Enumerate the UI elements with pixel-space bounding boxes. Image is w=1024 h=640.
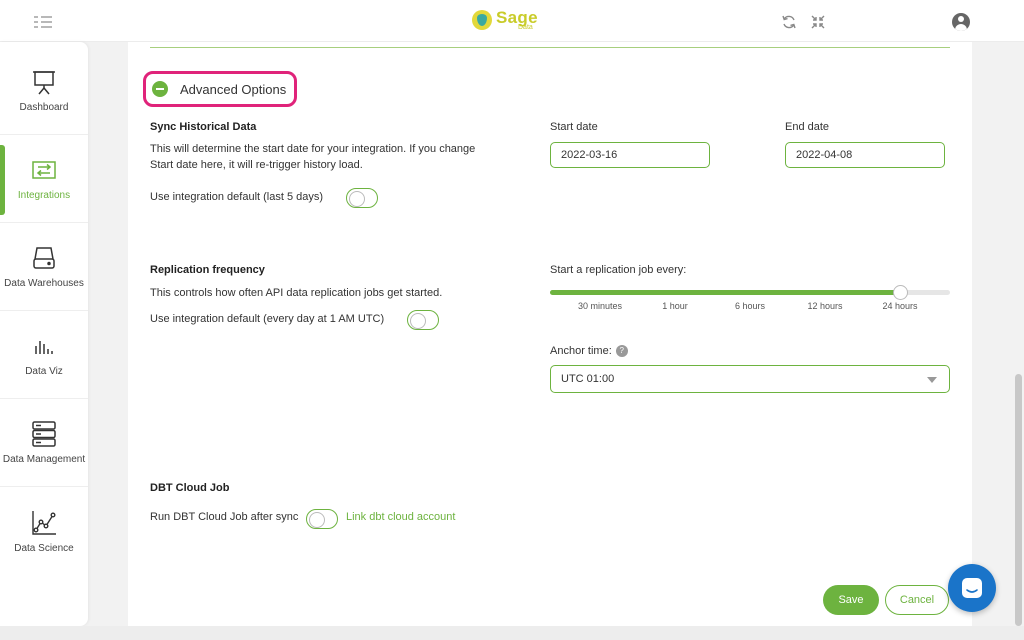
save-button[interactable]: Save	[823, 585, 879, 615]
caret-down-icon	[927, 377, 937, 383]
sidebar-item-label: Data Management	[2, 454, 86, 465]
sidebar-item-integrations[interactable]: Integrations	[0, 135, 88, 223]
slider-tick: 1 hour	[662, 301, 688, 311]
sync-description-line1: This will determine the start date for y…	[150, 143, 476, 155]
replication-default-label: Use integration default (every day at 1 …	[150, 313, 385, 325]
sidebar-item-label: Data Viz	[25, 366, 63, 377]
user-icon[interactable]	[952, 13, 970, 31]
slider-fill	[550, 290, 900, 295]
slider-tick: 6 hours	[734, 301, 766, 311]
replication-slider[interactable]	[550, 285, 950, 300]
exchange-icon	[32, 161, 56, 179]
minus-circle-icon	[152, 81, 168, 97]
section-divider	[150, 47, 950, 48]
refresh-icon[interactable]	[781, 14, 797, 30]
help-icon[interactable]: ?	[615, 345, 628, 358]
slider-tick: 30 minutes	[577, 301, 623, 311]
sidebar-item-label: Dashboard	[19, 102, 69, 113]
slider-tick: 12 hours	[807, 301, 843, 311]
sidebar-item-data-management[interactable]: Data Management	[0, 399, 88, 487]
presentation-icon	[33, 71, 55, 95]
advanced-options-toggle[interactable]: Advanced Options	[143, 71, 297, 107]
end-date-label: End date	[785, 121, 830, 133]
slider-thumb[interactable]	[893, 285, 908, 300]
cancel-button[interactable]: Cancel	[885, 585, 949, 615]
dbt-title: DBT Cloud Job	[150, 482, 230, 494]
bottom-strip	[0, 626, 1024, 640]
sidebar-item-label: Data Warehouses	[4, 278, 84, 289]
anchor-time-label: Anchor time:?	[550, 345, 628, 358]
sidebar-item-data-warehouses[interactable]: Data Warehouses	[0, 223, 88, 311]
start-date-label: Start date	[550, 121, 598, 133]
hard-drive-icon	[33, 247, 55, 269]
sidebar-item-label: Integrations	[17, 190, 71, 201]
slider-label: Start a replication job every:	[550, 264, 687, 276]
bar-chart-icon	[35, 341, 53, 354]
collapse-icon[interactable]	[810, 14, 826, 30]
replication-default-toggle[interactable]	[407, 310, 439, 330]
sidebar-item-label: Data Science	[14, 542, 74, 554]
logo[interactable]: Sage Data	[472, 9, 538, 31]
logo-mark-icon	[472, 10, 492, 30]
start-date-input[interactable]: 2022-03-16	[550, 142, 710, 168]
dbt-run-label: Run DBT Cloud Job after sync	[150, 511, 299, 523]
chat-icon	[962, 578, 982, 598]
line-chart-icon	[32, 510, 56, 535]
dbt-run-toggle[interactable]	[306, 509, 338, 529]
menu-icon[interactable]	[34, 16, 54, 28]
top-bar: Sage Data	[0, 0, 1024, 42]
sidebar: Dashboard Integrations Data Warehouses D…	[0, 42, 88, 626]
integration-settings-panel: Advanced Options Sync Historical Data Th…	[128, 42, 972, 640]
sidebar-item-data-viz[interactable]: Data Viz	[0, 311, 88, 399]
sync-historical-title: Sync Historical Data	[150, 121, 257, 133]
sync-default-toggle[interactable]	[346, 188, 378, 208]
sidebar-item-data-science[interactable]: Data Science	[0, 487, 88, 575]
chat-launcher-button[interactable]	[948, 564, 996, 612]
sync-description-line2: Start date here, it will re-trigger hist…	[150, 159, 363, 171]
anchor-time-value: UTC 01:00	[561, 373, 615, 385]
replication-title: Replication frequency	[150, 264, 265, 276]
replication-description: This controls how often API data replica…	[150, 287, 443, 299]
slider-tick: 24 hours	[882, 301, 918, 311]
anchor-time-select[interactable]: UTC 01:00	[550, 365, 950, 393]
advanced-options-label: Advanced Options	[180, 81, 287, 97]
link-dbt-account[interactable]: Link dbt cloud account	[346, 511, 455, 523]
sidebar-item-dashboard[interactable]: Dashboard	[0, 47, 88, 135]
page-scrollbar[interactable]	[1013, 42, 1024, 626]
anchor-time-text: Anchor time:	[550, 345, 612, 357]
logo-sub: Data	[518, 24, 533, 31]
end-date-input[interactable]: 2022-04-08	[785, 142, 945, 168]
sync-default-label: Use integration default (last 5 days)	[150, 191, 324, 203]
server-icon	[32, 421, 56, 447]
scrollbar-thumb[interactable]	[1015, 374, 1022, 626]
